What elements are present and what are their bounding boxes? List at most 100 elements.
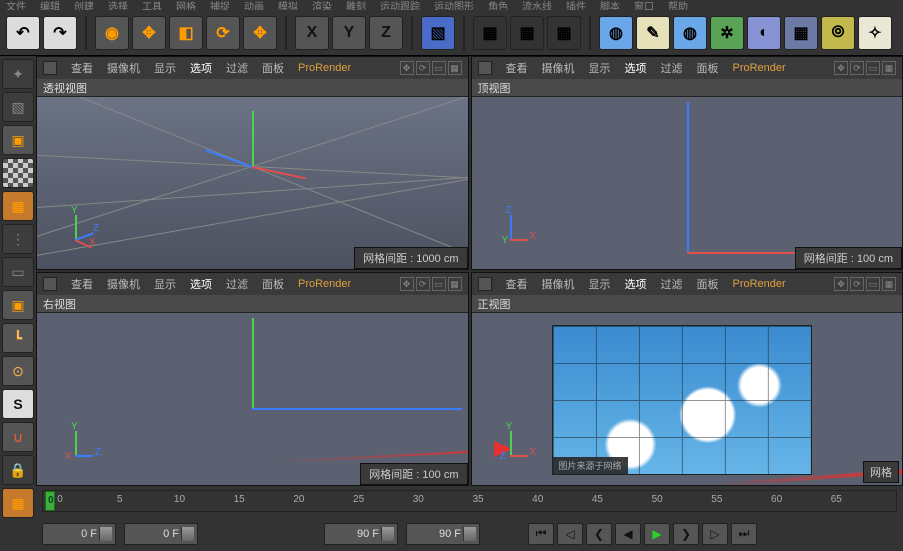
vp-nav-icon[interactable]: ▦ xyxy=(448,61,462,75)
axis-x-button[interactable]: X xyxy=(295,16,329,50)
vp-menu-view[interactable]: 查看 xyxy=(71,60,93,76)
workplane-button[interactable]: ▦ xyxy=(2,191,34,221)
model-mode-button[interactable]: ▧ xyxy=(2,92,34,122)
axis-mode-button[interactable]: ┗ xyxy=(2,323,34,353)
magnet-button[interactable]: ∪ xyxy=(2,422,34,452)
vp-menu-view[interactable]: 查看 xyxy=(506,60,528,76)
vp-menu-camera[interactable]: 摄像机 xyxy=(107,276,140,292)
vp-nav-icon[interactable]: ✥ xyxy=(834,277,848,291)
menu-item[interactable]: 运动跟踪 xyxy=(380,0,420,10)
vp-menu-filter[interactable]: 过滤 xyxy=(661,276,683,292)
play-button[interactable]: ▶ xyxy=(644,523,670,545)
frame-end-field[interactable]: 90 F xyxy=(324,523,398,545)
vp-menu-panel[interactable]: 面板 xyxy=(262,60,284,76)
next-key-button[interactable]: ❯ xyxy=(673,523,699,545)
axis-y-button[interactable]: Y xyxy=(332,16,366,50)
scale-tool-button[interactable]: ◧ xyxy=(169,16,203,50)
light-button[interactable]: ✧ xyxy=(858,16,892,50)
vp-nav-icon[interactable]: ⟳ xyxy=(850,277,864,291)
vp-menu-camera[interactable]: 摄像机 xyxy=(107,60,140,76)
play-back-button[interactable]: ◀ xyxy=(615,523,641,545)
vp-nav-icon[interactable]: ▭ xyxy=(866,277,880,291)
viewport-top[interactable]: 查看 摄像机 显示 选项 过滤 面板 ProRender ✥ ⟳ ▭ ▦ 顶视图 xyxy=(471,56,903,270)
menu-item[interactable]: 脚本 xyxy=(600,0,620,10)
viewport-perspective[interactable]: 查看 摄像机 显示 选项 过滤 面板 ProRender ✥ ⟳ ▭ ▦ 透视视… xyxy=(36,56,469,270)
menu-item[interactable]: 创建 xyxy=(74,0,94,10)
vp-menu-display[interactable]: 显示 xyxy=(589,60,611,76)
vp-nav-icon[interactable]: ⟳ xyxy=(850,61,864,75)
viewport-canvas[interactable]: Z X Y 网格间距 : 100 cm xyxy=(472,97,903,269)
vp-menu-panel[interactable]: 面板 xyxy=(697,276,719,292)
vp-menu-view[interactable]: 查看 xyxy=(71,276,93,292)
vp-menu-display[interactable]: 显示 xyxy=(589,276,611,292)
step-fwd-button[interactable]: ▷ xyxy=(702,523,728,545)
vp-menu-view[interactable]: 查看 xyxy=(506,276,528,292)
vp-menu-prorender[interactable]: ProRender xyxy=(298,278,351,290)
goto-start-button[interactable]: ⏮ xyxy=(528,523,554,545)
generator-button[interactable]: ◍ xyxy=(673,16,707,50)
redo-button[interactable]: ↷ xyxy=(43,16,77,50)
prev-key-button[interactable]: ❮ xyxy=(586,523,612,545)
menu-item[interactable]: 编辑 xyxy=(40,0,60,10)
viewport-mode-icon[interactable] xyxy=(43,277,57,291)
vp-menu-options[interactable]: 选项 xyxy=(625,60,647,76)
vp-menu-display[interactable]: 显示 xyxy=(154,276,176,292)
snap-button[interactable]: S xyxy=(2,389,34,419)
viewport-mode-icon[interactable] xyxy=(478,277,492,291)
points-mode-button[interactable]: ⋮ xyxy=(2,224,34,254)
viewport-front[interactable]: 查看 摄像机 显示 选项 过滤 面板 ProRender ✥ ⟳ ▭ ▦ 正视图… xyxy=(471,272,903,486)
vp-nav-icon[interactable]: ⟳ xyxy=(416,61,430,75)
viewport-mode-icon[interactable] xyxy=(43,61,57,75)
viewport-canvas[interactable]: 图片来源于网络 Y X Z xyxy=(472,313,903,485)
vp-nav-icon[interactable]: ▭ xyxy=(866,61,880,75)
menu-item[interactable]: 角色 xyxy=(488,0,508,10)
menu-item[interactable]: 雕刻 xyxy=(346,0,366,10)
axis-z-button[interactable]: Z xyxy=(369,16,403,50)
texture-mode-button[interactable] xyxy=(2,158,34,188)
polys-mode-button[interactable]: ▣ xyxy=(2,290,34,320)
menu-item[interactable]: 选择 xyxy=(108,0,128,10)
object-mode-button[interactable]: ▣ xyxy=(2,125,34,155)
viewport-canvas[interactable]: Y Z X 网格间距 : 1000 cm xyxy=(37,97,468,269)
render-button[interactable]: ▦ xyxy=(473,16,507,50)
live-select-button[interactable]: ◉ xyxy=(95,16,129,50)
goto-end-button[interactable]: ⏭ xyxy=(731,523,757,545)
camera-button[interactable]: ⦾ xyxy=(821,16,855,50)
menu-item[interactable]: 窗口 xyxy=(634,0,654,10)
frame-current-field[interactable]: 0 F xyxy=(124,523,198,545)
vp-menu-display[interactable]: 显示 xyxy=(154,60,176,76)
vp-nav-icon[interactable]: ✥ xyxy=(400,61,414,75)
last-tool-button[interactable]: ✥ xyxy=(243,16,277,50)
menu-item[interactable]: 网格 xyxy=(176,0,196,10)
menu-item[interactable]: 工具 xyxy=(142,0,162,10)
edges-mode-button[interactable]: ▭ xyxy=(2,257,34,287)
rotate-tool-button[interactable]: ⟳ xyxy=(206,16,240,50)
vp-menu-options[interactable]: 选项 xyxy=(190,60,212,76)
vp-nav-icon[interactable]: ⟳ xyxy=(416,277,430,291)
floor-button[interactable]: ▦ xyxy=(784,16,818,50)
frame-start-field[interactable]: 0 F xyxy=(42,523,116,545)
vp-menu-camera[interactable]: 摄像机 xyxy=(542,60,575,76)
move-tool-button[interactable]: ✥ xyxy=(132,16,166,50)
primitive-cube-button[interactable]: ◍ xyxy=(599,16,633,50)
vp-nav-icon[interactable]: ▦ xyxy=(882,277,896,291)
undo-button[interactable]: ↶ xyxy=(6,16,40,50)
spline-pen-button[interactable]: ✎ xyxy=(636,16,670,50)
viewport-mode-icon[interactable] xyxy=(478,61,492,75)
vp-menu-prorender[interactable]: ProRender xyxy=(298,62,351,74)
vp-menu-camera[interactable]: 摄像机 xyxy=(542,276,575,292)
vp-menu-options[interactable]: 选项 xyxy=(190,276,212,292)
vp-menu-filter[interactable]: 过滤 xyxy=(226,276,248,292)
vp-menu-filter[interactable]: 过滤 xyxy=(226,60,248,76)
vp-nav-icon[interactable]: ▦ xyxy=(882,61,896,75)
frame-range-end-field[interactable]: 90 F xyxy=(406,523,480,545)
menu-item[interactable]: 文件 xyxy=(6,0,26,10)
vp-menu-panel[interactable]: 面板 xyxy=(697,60,719,76)
viewport-canvas[interactable]: Y Z X 网格间距 : 100 cm xyxy=(37,313,468,485)
vp-menu-filter[interactable]: 过滤 xyxy=(661,60,683,76)
vp-menu-prorender[interactable]: ProRender xyxy=(733,278,786,290)
timeline-ruler[interactable]: 0 0 5 10 15 20 25 30 35 40 45 50 55 60 6… xyxy=(42,490,897,512)
misc-button[interactable]: ▦ xyxy=(2,488,34,518)
vp-nav-icon[interactable]: ✥ xyxy=(834,61,848,75)
environment-button[interactable]: ◐ xyxy=(747,16,781,50)
